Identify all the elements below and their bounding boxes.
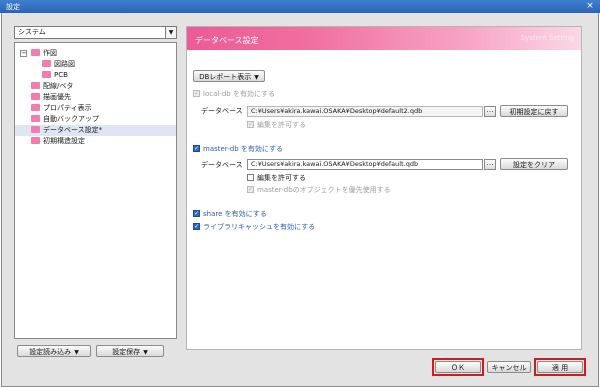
tree-item-label: 作図 [43,49,57,57]
db-report-button[interactable]: DBレポート表示 ▼ [193,70,265,82]
window-title: 設定 [6,3,20,11]
share-checkbox[interactable]: ✓ [193,209,200,217]
tree-item-sakuzu[interactable]: − 作図 [15,48,176,59]
tree-item-wiring[interactable]: 配線/ベタ [15,81,176,92]
local-db-checkbox[interactable]: ✓ [193,89,200,97]
cancel-button[interactable]: キャンセル [487,361,531,373]
db-report-label: DBレポート表示 [199,73,252,81]
master-db-priority-checkbox[interactable]: ✓ [247,185,254,193]
settings-panel: データベース設定 System Setting DBレポート表示 ▼ ✓ local… [186,26,582,350]
master-db-path-input[interactable]: C:¥Users¥akira.kawai.OSAKA¥Desktop¥defau… [247,159,483,170]
section-subtitle: System Setting [520,34,574,42]
library-cache-label: ライブラリキャッシュを有効にする [203,223,316,231]
chevron-down-icon: ▼ [143,349,148,356]
master-db-label: データベース [201,161,243,169]
left-pane: システム ▼ − 作図 図路図 PCB 配線/ベタ 描画優先 プロパティ表示 自… [14,26,177,339]
local-db-enable-label: local-db を有効にする [203,90,276,98]
load-settings-label: 設定読み込み [29,348,72,356]
tree-item-label: 配線/ベタ [43,82,74,90]
local-db-edit-label: 編集を許可する [257,121,306,129]
folder-icon [31,114,40,122]
library-cache-enable[interactable]: ✓ ライブラリキャッシュを有効にする [193,222,315,232]
chevron-down-icon: ▼ [254,74,259,81]
tree-item-label: 初期構造設定 [43,137,85,145]
tree-item-label: PCB [54,71,68,79]
tree-item-draw-priority[interactable]: 描画優先 [15,92,176,103]
ok-button[interactable]: ＯＫ [435,361,481,373]
save-settings-label: 設定保存 [112,348,141,356]
folder-icon [31,48,40,56]
local-db-edit-checkbox[interactable]: ✓ [247,120,254,128]
folder-icon [31,92,40,100]
local-db-enable[interactable]: ✓ local-db を有効にする [193,89,275,99]
category-select[interactable]: システム ▼ [14,26,177,39]
close-icon[interactable]: × [580,0,600,13]
tree-item-schematic[interactable]: 図路図 [15,59,176,70]
collapse-icon[interactable]: − [20,50,27,57]
local-db-label: データベース [201,107,243,115]
tree-item-label: データベース設定* [43,126,103,134]
category-select-value: システム [18,28,46,36]
tree-item-initial-structure[interactable]: 初期構造設定 [15,136,176,147]
reset-defaults-button[interactable]: 初期設定に戻す [500,105,568,117]
tree-item-auto-backup[interactable]: 自動バックアップ [15,114,176,125]
title-bar: 設定 × [0,0,600,13]
tree-item-label: 図路図 [54,60,75,68]
folder-icon [42,70,51,78]
master-db-edit[interactable]: 編集を許可する [247,173,306,183]
save-settings-button[interactable]: 設定保存 ▼ [96,345,164,357]
folder-icon [31,103,40,111]
section-banner: データベース設定 System Setting [187,27,581,50]
apply-button[interactable]: 適 用 [537,361,583,373]
tree-item-label: 自動バックアップ [43,115,99,123]
chevron-down-icon: ▼ [74,349,79,356]
share-enable-label: share を有効にする [203,210,267,218]
master-db-checkbox[interactable]: ✓ [193,144,200,152]
tree-item-label: 描画優先 [43,93,71,101]
section-title: データベース設定 [195,36,259,45]
share-enable[interactable]: ✓ share を有効にする [193,209,267,219]
master-db-edit-checkbox[interactable] [247,173,254,181]
folder-icon [31,136,40,144]
tree-item-pcb[interactable]: PCB [15,70,176,81]
master-db-browse-button[interactable]: … [484,159,496,170]
folder-icon [42,59,51,67]
folder-icon [31,81,40,89]
chevron-down-icon[interactable]: ▼ [165,27,176,38]
local-db-edit[interactable]: ✓ 編集を許可する [247,120,306,130]
tree-item-property-display[interactable]: プロパティ表示 [15,103,176,114]
local-db-path-input[interactable]: C:¥Users¥akira.kawai.OSAKA¥Desktop¥defau… [247,106,483,117]
tree-item-database-settings[interactable]: データベース設定* [15,125,176,136]
clear-settings-button[interactable]: 設定をクリア [500,158,568,170]
master-db-edit-label: 編集を許可する [257,174,306,182]
master-db-enable[interactable]: ✓ master-db を有効にする [193,144,283,154]
library-cache-checkbox[interactable]: ✓ [193,222,200,230]
settings-tree: − 作図 図路図 PCB 配線/ベタ 描画優先 プロパティ表示 自動バックアップ… [14,42,177,339]
master-db-priority-label: master-dbのオブジェクトを優先使用する [257,186,391,194]
tree-item-label: プロパティ表示 [43,104,92,112]
folder-icon [31,125,40,133]
load-settings-button[interactable]: 設定読み込み ▼ [17,345,91,357]
master-db-enable-label: master-db を有効にする [203,145,283,153]
local-db-browse-button[interactable]: … [484,106,496,117]
master-db-priority[interactable]: ✓ master-dbのオブジェクトを優先使用する [247,185,391,195]
